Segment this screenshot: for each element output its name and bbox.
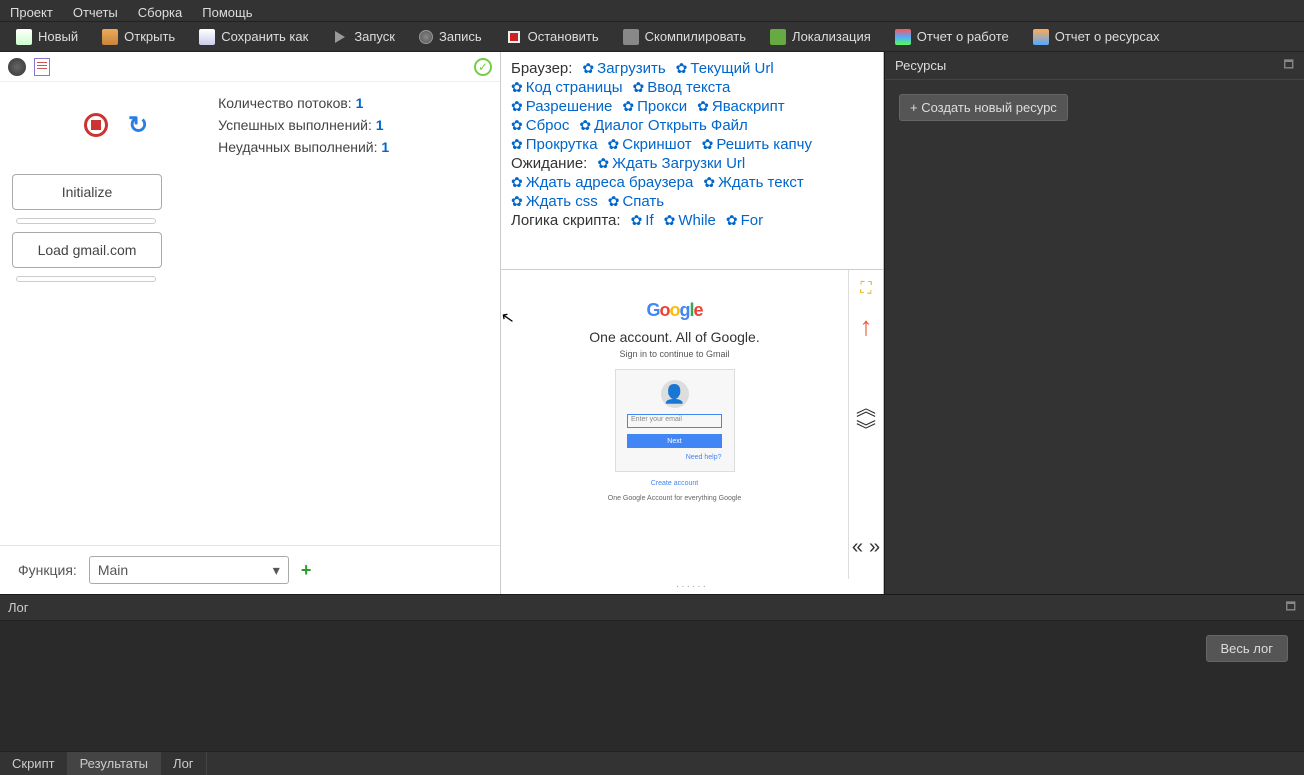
- log-title: Лог: [8, 600, 29, 615]
- log-body: Весь лог: [0, 621, 1304, 751]
- google-subtitle: Sign in to continue to Gmail: [619, 349, 729, 359]
- cursor-icon: ↖: [499, 307, 516, 329]
- function-label: Функция:: [18, 562, 77, 578]
- stats-block: Количество потоков: 1 Успешных выполнени…: [218, 92, 389, 158]
- open-button[interactable]: Открыть: [92, 25, 185, 49]
- need-help-link[interactable]: Need help?: [686, 454, 722, 461]
- open-icon: [102, 29, 118, 45]
- menu-build[interactable]: Сборка: [128, 2, 193, 19]
- cmd-while[interactable]: ✿While: [664, 212, 716, 229]
- stop-run-icon[interactable]: [84, 113, 108, 137]
- cmd-scroll[interactable]: ✿Прокрутка: [511, 136, 598, 153]
- new-button[interactable]: Новый: [6, 25, 88, 49]
- work-report-button[interactable]: Отчет о работе: [885, 25, 1019, 49]
- cmd-for[interactable]: ✿For: [726, 212, 763, 229]
- bottom-tabs: Скрипт Результаты Лог: [0, 751, 1304, 775]
- maximize-icon[interactable]: 🗖: [1284, 56, 1294, 75]
- saveas-button[interactable]: Сохранить как: [189, 25, 318, 49]
- save-icon: [199, 29, 215, 45]
- tab-script[interactable]: Скрипт: [0, 752, 68, 775]
- create-account-link[interactable]: Create account: [651, 480, 698, 487]
- compile-button[interactable]: Скомпилировать: [613, 25, 756, 49]
- load-gmail-button[interactable]: Load gmail.com: [12, 232, 162, 268]
- next-button[interactable]: Next: [627, 434, 722, 448]
- google-footer: One Google Account for everything Google: [608, 495, 741, 502]
- cmd-screenshot[interactable]: ✿Скриншот: [608, 136, 692, 153]
- initialize-button[interactable]: Initialize: [12, 174, 162, 210]
- new-icon: [16, 29, 32, 45]
- resources-title: Ресурсы: [895, 58, 946, 73]
- stop-icon: [506, 29, 522, 45]
- nav-fwd-icon[interactable]: »: [869, 536, 880, 559]
- menu-project[interactable]: Проект: [0, 2, 63, 19]
- cmd-proxy[interactable]: ✿Прокси: [622, 98, 687, 115]
- doc-icon[interactable]: [34, 58, 50, 76]
- cmd-wait-address[interactable]: ✿Ждать адреса браузера: [511, 174, 693, 191]
- cmd-load[interactable]: ✿Загрузить: [582, 60, 665, 77]
- avatar-icon: 👤: [661, 380, 689, 408]
- cmd-solve-captcha[interactable]: ✿Решить капчу: [702, 136, 812, 153]
- google-title: One account. All of Google.: [589, 329, 759, 345]
- run-button[interactable]: Запуск: [322, 25, 405, 49]
- resize-handle[interactable]: ······: [501, 579, 883, 594]
- compile-icon: [623, 29, 639, 45]
- email-field[interactable]: Enter your email: [627, 414, 722, 428]
- browser-preview: ↖ Google One account. All of Google. Sig…: [501, 270, 883, 579]
- up-arrow-icon[interactable]: ↑: [860, 306, 873, 346]
- localize-icon: [770, 29, 786, 45]
- signin-card: 👤 Enter your email Next Need help?: [615, 369, 735, 472]
- commands-panel: Браузер: ✿Загрузить ✿Текущий Url ✿Код ст…: [501, 52, 884, 594]
- all-log-button[interactable]: Весь лог: [1206, 635, 1289, 662]
- browser-section-label: Браузер:: [511, 60, 572, 77]
- cmd-wait-css[interactable]: ✿Ждать css: [511, 193, 598, 210]
- browser-nav-strip: ⛶ ↑ ︽ ︾ « »: [848, 270, 883, 579]
- cmd-wait-url-load[interactable]: ✿Ждать Загрузки Url: [597, 155, 745, 172]
- cmd-if[interactable]: ✿If: [631, 212, 654, 229]
- add-function-button[interactable]: +: [301, 560, 312, 581]
- work-report-icon: [895, 29, 911, 45]
- menu-reports[interactable]: Отчеты: [63, 2, 128, 19]
- reload-icon[interactable]: ↻: [128, 111, 148, 140]
- cmd-open-file-dialog[interactable]: ✿Диалог Открыть Файл: [579, 117, 747, 134]
- chevron-down-icon: ▾: [273, 562, 280, 579]
- cmd-javascript[interactable]: ✿Яваскрипт: [697, 98, 785, 115]
- nav-back-icon[interactable]: «: [852, 536, 863, 559]
- cmd-type-text[interactable]: ✿Ввод текста: [633, 79, 731, 96]
- scroll-up-icon[interactable]: ︽: [856, 402, 876, 416]
- scroll-down-icon[interactable]: ︾: [856, 424, 876, 438]
- toolbar: Новый Открыть Сохранить как Запуск Запис…: [0, 22, 1304, 52]
- tab-log[interactable]: Лог: [161, 752, 207, 775]
- localize-button[interactable]: Локализация: [760, 25, 881, 49]
- cmd-reset[interactable]: ✿Сброс: [511, 117, 569, 134]
- cmd-resolution[interactable]: ✿Разрешение: [511, 98, 612, 115]
- stop-button[interactable]: Остановить: [496, 25, 609, 49]
- resource-report-icon: [1033, 29, 1049, 45]
- logic-section-label: Логика скрипта:: [511, 212, 621, 229]
- function-select[interactable]: Main▾: [89, 556, 289, 584]
- tab-results[interactable]: Результаты: [68, 752, 161, 775]
- cmd-wait-text[interactable]: ✿Ждать текст: [703, 174, 803, 191]
- record-button[interactable]: Запись: [409, 25, 492, 48]
- wait-section-label: Ожидание:: [511, 155, 587, 172]
- play-icon: [332, 29, 348, 45]
- cmd-current-url[interactable]: ✿Текущий Url: [676, 60, 774, 77]
- status-ok-icon: ✓: [474, 58, 492, 76]
- command-list[interactable]: Браузер: ✿Загрузить ✿Текущий Url ✿Код ст…: [501, 52, 883, 270]
- divider: [16, 276, 156, 282]
- script-panel: ✓ ↻ Количество потоков: 1 Успешных выпол…: [0, 52, 501, 594]
- menubar: Проект Отчеты Сборка Помощь: [0, 0, 1304, 22]
- cmd-page-source[interactable]: ✿Код страницы: [511, 79, 623, 96]
- cmd-sleep[interactable]: ✿Спать: [608, 193, 664, 210]
- resources-panel: Ресурсы 🗖 + Создать новый ресурс: [884, 52, 1304, 594]
- fullscreen-icon[interactable]: ⛶: [860, 280, 871, 298]
- record-icon: [419, 30, 433, 44]
- create-resource-button[interactable]: + Создать новый ресурс: [899, 94, 1068, 121]
- resource-report-button[interactable]: Отчет о ресурсах: [1023, 25, 1170, 49]
- google-logo: Google: [646, 300, 702, 321]
- bug-icon[interactable]: [8, 58, 26, 76]
- maximize-log-icon[interactable]: 🗖: [1286, 598, 1296, 617]
- menu-help[interactable]: Помощь: [192, 2, 262, 19]
